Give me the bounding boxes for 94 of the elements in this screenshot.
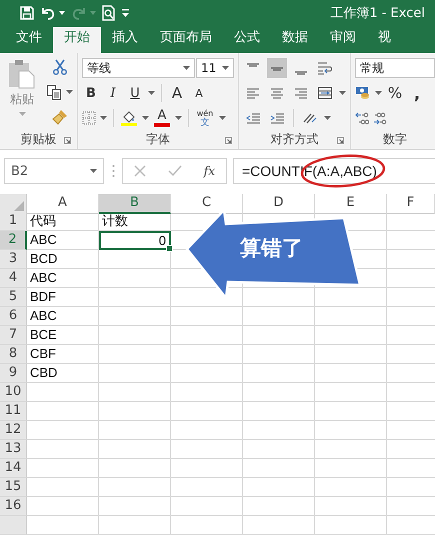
selected-cell[interactable]: 0 (99, 231, 171, 250)
row-header[interactable]: 3 (0, 250, 27, 269)
group-label: 对齐方式 (270, 130, 318, 148)
table-cell[interactable]: BCD (27, 250, 99, 269)
clipboard-icon (8, 59, 36, 89)
table-cell[interactable]: CBF (27, 345, 99, 364)
column-header[interactable]: A (27, 194, 99, 214)
table-cell[interactable]: BCE (27, 326, 99, 345)
ribbon-tab[interactable]: 页面布局 (149, 26, 223, 53)
undo-icon[interactable] (40, 6, 56, 20)
borders-icon[interactable] (82, 111, 96, 125)
currency-icon[interactable] (355, 85, 371, 101)
row-header[interactable]: 11 (0, 402, 27, 421)
column-header[interactable]: C (171, 194, 243, 214)
underline-button[interactable]: U (126, 83, 144, 103)
cancel-icon (134, 165, 146, 177)
font-color-button[interactable]: A (153, 108, 171, 128)
caret-icon[interactable] (175, 116, 182, 120)
row-header[interactable]: 2 (0, 231, 27, 250)
middle-align-icon[interactable] (267, 58, 287, 78)
window-title: 工作簿1 - Excel (330, 5, 425, 22)
caret-icon (90, 169, 97, 173)
ribbon-tab[interactable]: 视 (367, 26, 402, 53)
row-header[interactable]: 9 (0, 364, 27, 383)
column-header[interactable]: E (315, 194, 387, 214)
caret-icon[interactable] (59, 11, 65, 16)
column-header[interactable]: D (243, 194, 315, 214)
table-cell[interactable]: 代码 (27, 212, 99, 231)
save-icon[interactable] (20, 6, 34, 20)
row-header[interactable]: 1 (0, 212, 27, 231)
table-cell[interactable]: ABC (27, 307, 99, 326)
insert-function-button[interactable]: fx (204, 164, 216, 178)
group-label: 字体 (146, 130, 170, 148)
row-header[interactable]: 15 (0, 478, 27, 497)
row-header[interactable]: 8 (0, 345, 27, 364)
phonetic-guide-button[interactable]: wén 文 (195, 108, 215, 128)
number-format-dropdown[interactable]: 常规 (355, 58, 435, 78)
percent-style-button[interactable]: % (386, 83, 404, 103)
caret-icon[interactable] (324, 116, 331, 120)
drag-handle-icon[interactable] (110, 164, 116, 178)
dialog-launcher-icon[interactable] (64, 137, 71, 144)
italic-button[interactable]: I (104, 83, 122, 103)
ribbon-tab[interactable]: 插入 (101, 26, 149, 53)
caret-icon[interactable] (375, 91, 382, 95)
row-header[interactable]: 6 (0, 307, 27, 326)
caret-icon (90, 11, 96, 16)
callout-text: 算错了 (240, 235, 303, 262)
table-cell[interactable]: 计数 (99, 212, 171, 231)
caret-icon[interactable] (339, 91, 346, 95)
increase-decimal-icon[interactable] (355, 111, 369, 125)
group-label: 数字 (383, 130, 407, 148)
caret-icon[interactable] (100, 116, 107, 120)
decrease-font-size-button[interactable]: A (190, 83, 208, 103)
checkmark-icon (168, 165, 182, 177)
ribbon-tab[interactable]: 数据 (271, 26, 319, 53)
caret-icon[interactable] (219, 116, 226, 120)
bold-button[interactable]: B (82, 83, 100, 103)
increase-font-size-button[interactable]: A (168, 83, 186, 103)
table-cell[interactable]: BDF (27, 288, 99, 307)
redo-icon (71, 6, 87, 20)
ribbon-tab[interactable]: 文件 (5, 26, 53, 53)
ribbon-tab[interactable]: 公式 (223, 26, 271, 53)
caret-icon (183, 66, 190, 70)
row-header[interactable]: 7 (0, 326, 27, 345)
dialog-launcher-icon[interactable] (337, 137, 344, 144)
comma-style-button[interactable]: , (408, 83, 426, 103)
caret-icon[interactable] (142, 116, 149, 120)
font-name-dropdown[interactable]: 等线 (82, 58, 195, 78)
caret-icon[interactable] (148, 91, 155, 95)
row-header[interactable]: 12 (0, 421, 27, 440)
row-header[interactable]: 4 (0, 269, 27, 288)
group-label: 剪贴板 (20, 130, 56, 148)
caret-icon (222, 66, 229, 70)
caret-icon[interactable] (66, 90, 73, 94)
customize-icon[interactable] (122, 9, 129, 18)
decrease-decimal-icon[interactable] (373, 111, 387, 125)
row-header[interactable]: 5 (0, 288, 27, 307)
table-cell[interactable]: ABC (27, 231, 99, 250)
row-header[interactable]: 16 (0, 497, 27, 516)
row-header[interactable]: 13 (0, 440, 27, 459)
row-header[interactable]: 10 (0, 383, 27, 402)
column-header[interactable]: B (99, 194, 171, 214)
name-box[interactable]: B2 (4, 158, 104, 184)
print-preview-icon[interactable] (102, 5, 116, 22)
copy-icon[interactable] (46, 84, 62, 100)
column-header[interactable]: F (387, 194, 435, 214)
table-cell[interactable]: CBD (27, 364, 99, 383)
ribbon-tab[interactable]: 审阅 (319, 26, 367, 53)
dialog-launcher-icon[interactable] (225, 137, 232, 144)
font-size-dropdown[interactable]: 11 (196, 58, 234, 78)
table-cell[interactable]: ABC (27, 269, 99, 288)
row-header[interactable]: 14 (0, 459, 27, 478)
fill-color-icon[interactable] (120, 110, 138, 126)
ribbon-tab[interactable]: 开始 (53, 26, 101, 53)
